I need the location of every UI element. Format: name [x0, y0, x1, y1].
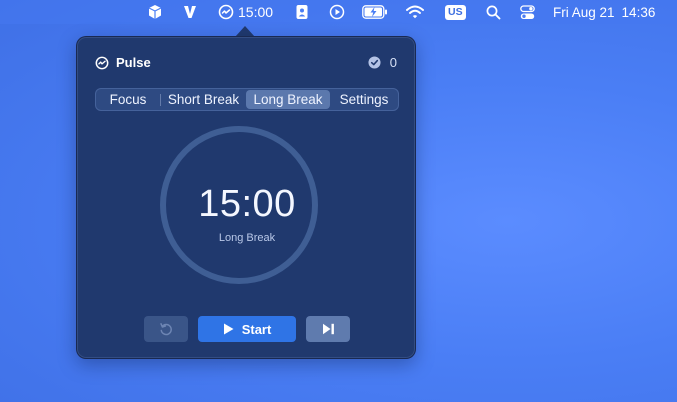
tab-label: Long Break — [253, 92, 323, 107]
control-center-icon[interactable] — [520, 0, 535, 24]
check-circle-icon — [368, 56, 381, 69]
timer-display: 15:00 — [198, 183, 296, 225]
pulse-logo-icon — [95, 56, 109, 70]
tab-settings[interactable]: Settings — [330, 90, 398, 109]
completed-counter: 0 — [368, 55, 397, 70]
menubar-time: 14:36 — [621, 4, 656, 20]
skip-forward-icon — [322, 323, 335, 335]
play-icon — [223, 323, 242, 335]
tab-label: Short Break — [167, 92, 240, 107]
tab-label: Settings — [339, 92, 389, 107]
cube-icon[interactable] — [147, 0, 163, 24]
contacts-icon[interactable] — [296, 0, 308, 24]
tab-short-break[interactable]: Short Break — [161, 90, 246, 109]
pulse-popover: Pulse 0 Focus Short Break Long Break Set… — [76, 36, 416, 359]
mode-tabs: Focus Short Break Long Break Settings — [95, 88, 399, 111]
input-source-badge[interactable]: US — [445, 0, 466, 24]
timer-mode-label: Long Break — [218, 232, 276, 244]
pulse-timer-icon — [218, 4, 234, 20]
menu-bar: 15:00 US Fri Aug 21 14:36 — [0, 0, 677, 24]
start-button[interactable]: Start — [198, 316, 296, 342]
tab-label: Focus — [109, 92, 147, 107]
tab-focus[interactable]: Focus — [96, 90, 160, 109]
reset-button[interactable] — [144, 316, 188, 342]
v-app-icon[interactable] — [183, 0, 197, 24]
search-icon[interactable] — [486, 0, 501, 24]
reset-icon — [159, 322, 173, 336]
play-circle-icon[interactable] — [329, 0, 345, 24]
input-source-label: US — [445, 4, 466, 20]
skip-button[interactable] — [306, 316, 350, 342]
completed-count: 0 — [389, 55, 397, 70]
pulse-timer-status[interactable]: 15:00 — [218, 0, 273, 24]
tab-long-break[interactable]: Long Break — [246, 90, 330, 109]
start-label: Start — [241, 321, 272, 337]
wifi-icon[interactable] — [406, 0, 424, 24]
menubar-timer-text: 15:00 — [238, 4, 274, 20]
popover-header: Pulse — [95, 55, 151, 70]
app-title: Pulse — [116, 55, 151, 70]
menubar-date: Fri Aug 21 — [553, 4, 615, 20]
menubar-clock[interactable]: Fri Aug 21 14:36 — [553, 0, 655, 24]
battery-charging-icon[interactable] — [362, 0, 388, 24]
